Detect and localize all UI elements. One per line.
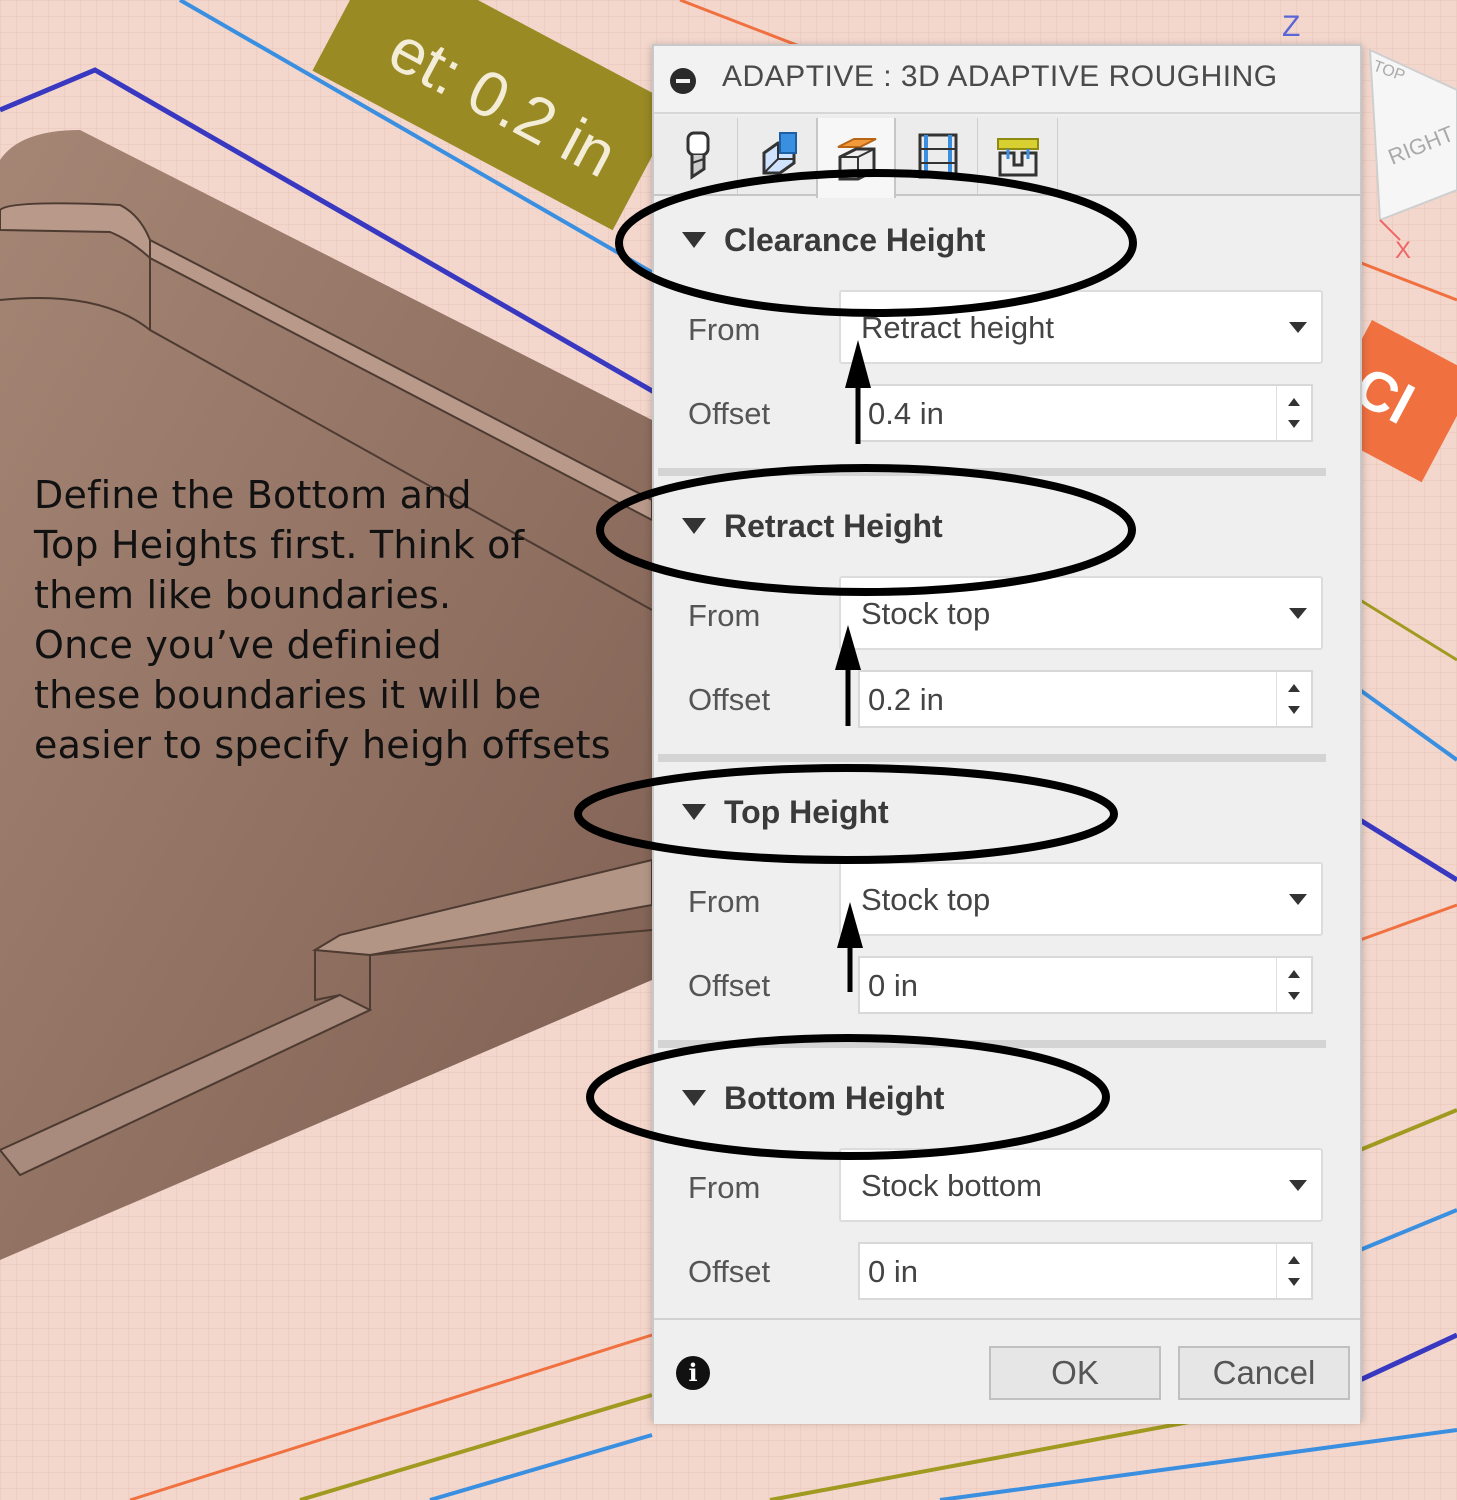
tab-linking[interactable]	[978, 118, 1058, 194]
offset-label: Offset	[688, 396, 771, 431]
section-divider	[658, 468, 1326, 476]
dropdown-caret-icon	[1289, 1180, 1307, 1191]
section-title: Clearance Height	[724, 222, 986, 258]
from-label: From	[688, 1170, 761, 1205]
spin-down-icon[interactable]	[1288, 706, 1300, 714]
annotation-text: Define the Bottom and Top Heights first.…	[34, 473, 611, 767]
from-label: From	[688, 312, 761, 347]
input-value: 0 in	[868, 1254, 918, 1289]
clearance-offset-input[interactable]: 0.4 in	[858, 384, 1313, 442]
tab-passes[interactable]	[898, 118, 978, 194]
input-value: 0.4 in	[868, 396, 944, 431]
section-title: Top Height	[724, 794, 889, 830]
z-axis-label: Z	[1282, 10, 1300, 43]
spinner-arrows[interactable]	[1276, 1244, 1311, 1298]
spinner-arrows[interactable]	[1276, 672, 1311, 726]
tab-bar	[654, 116, 1360, 198]
collapse-icon[interactable]	[670, 68, 696, 94]
top-offset-input[interactable]: 0 in	[858, 956, 1313, 1014]
spin-up-icon[interactable]	[1288, 684, 1300, 692]
section-divider	[658, 754, 1326, 762]
cancel-button[interactable]: Cancel	[1178, 1346, 1350, 1400]
dialog-title: ADAPTIVE : 3D ADAPTIVE ROUGHING	[722, 60, 1278, 93]
section-retract-height[interactable]: Retract Height	[682, 508, 943, 545]
collapse-triangle-icon	[682, 517, 706, 534]
section-bottom-height[interactable]: Bottom Height	[682, 1080, 944, 1117]
tab-tool[interactable]	[658, 118, 738, 194]
section-title: Retract Height	[724, 508, 943, 544]
collapse-triangle-icon	[682, 803, 706, 820]
offset-label: Offset	[688, 1254, 771, 1289]
collapse-triangle-icon	[682, 1089, 706, 1106]
bottom-from-select[interactable]: Stock bottom	[839, 1148, 1323, 1222]
retract-offset-input[interactable]: 0.2 in	[858, 670, 1313, 728]
dropdown-caret-icon	[1289, 608, 1307, 619]
bottom-offset-input[interactable]: 0 in	[858, 1242, 1313, 1300]
geometry-icon	[762, 132, 797, 175]
top-from-select[interactable]: Stock top	[839, 862, 1323, 936]
dropdown-caret-icon	[1289, 322, 1307, 333]
dialog-header: ADAPTIVE : 3D ADAPTIVE ROUGHING	[654, 46, 1360, 114]
select-value: Stock top	[861, 596, 991, 631]
spinner-arrows[interactable]	[1276, 386, 1311, 440]
from-label: From	[688, 598, 761, 633]
offset-label: Offset	[688, 968, 771, 1003]
dialog-footer: i OK Cancel	[654, 1318, 1360, 1424]
retract-from-select[interactable]: Stock top	[839, 576, 1323, 650]
tab-heights[interactable]	[816, 118, 896, 198]
spin-down-icon[interactable]	[1288, 420, 1300, 428]
spin-down-icon[interactable]	[1288, 1278, 1300, 1286]
section-divider	[658, 1040, 1326, 1048]
tool-icon	[686, 131, 709, 180]
select-value: Stock top	[861, 882, 991, 917]
heights-icon	[837, 138, 877, 181]
section-title: Bottom Height	[724, 1080, 945, 1116]
section-top-height[interactable]: Top Height	[682, 794, 889, 831]
spin-down-icon[interactable]	[1288, 992, 1300, 1000]
tab-geometry[interactable]	[738, 118, 818, 194]
select-value: Retract height	[861, 310, 1054, 345]
section-clearance-height[interactable]: Clearance Height	[682, 222, 985, 259]
x-axis-label: X	[1395, 237, 1411, 264]
linking-icon	[996, 138, 1039, 177]
select-value: Stock bottom	[861, 1168, 1042, 1203]
collapse-triangle-icon	[682, 231, 706, 248]
from-label: From	[688, 884, 761, 919]
ok-button[interactable]: OK	[989, 1346, 1161, 1400]
dropdown-caret-icon	[1289, 894, 1307, 905]
spin-up-icon[interactable]	[1288, 1256, 1300, 1264]
input-value: 0.2 in	[868, 682, 944, 717]
spinner-arrows[interactable]	[1276, 958, 1311, 1012]
passes-icon	[918, 133, 957, 179]
spin-up-icon[interactable]	[1288, 970, 1300, 978]
clearance-from-select[interactable]: Retract height	[839, 290, 1323, 364]
offset-label: Offset	[688, 682, 771, 717]
spin-up-icon[interactable]	[1288, 398, 1300, 406]
input-value: 0 in	[868, 968, 918, 1003]
adaptive-dialog: ADAPTIVE : 3D ADAPTIVE ROUGHING Clearanc…	[652, 44, 1362, 1424]
info-icon[interactable]: i	[676, 1356, 710, 1390]
